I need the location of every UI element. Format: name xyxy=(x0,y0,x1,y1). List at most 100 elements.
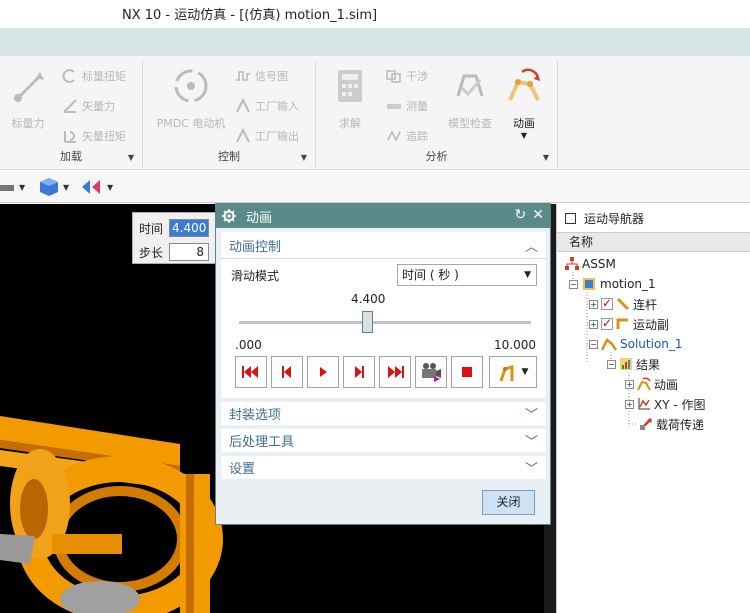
secondary-toolbar: ▼ ▼ ▼ xyxy=(0,171,750,203)
view-orient-button[interactable]: ▼ xyxy=(0,176,25,198)
visibility-checkbox[interactable] xyxy=(601,296,613,310)
collapse-icon[interactable]: − xyxy=(589,339,598,349)
slider-max-label: 10.000 xyxy=(494,338,536,352)
last-frame-button[interactable] xyxy=(379,356,411,388)
tree-item-solution-1[interactable]: − Solution_1 xyxy=(589,334,683,354)
expand-icon[interactable]: + xyxy=(589,319,598,329)
model-check-icon xyxy=(456,74,484,97)
scalar-force-label: 标量力 xyxy=(11,117,45,130)
plant-input-button[interactable]: 工厂输入 xyxy=(235,96,299,116)
time-slider-thumb[interactable] xyxy=(361,311,373,333)
vector-force-button[interactable]: 矢量力 xyxy=(62,96,115,116)
interference-button[interactable]: 干涉 xyxy=(386,66,428,86)
torque-icon xyxy=(62,69,75,83)
motion-sim-icon xyxy=(583,278,595,290)
record-movie-button[interactable] xyxy=(415,356,447,388)
slide-mode-label: 滑动模式 xyxy=(231,269,280,283)
pmdc-motor-button[interactable]: PMDC 电动机 xyxy=(151,66,231,131)
signal-icon xyxy=(236,71,250,81)
tree-label: 运动副 xyxy=(633,317,670,332)
calculator-icon xyxy=(338,70,362,102)
ribbon-group-analysis: 求解 干涉 测量 追踪 模型检查 动画 ▼ 分析 ▼ xyxy=(316,60,558,168)
tree-item-motion-1[interactable]: − motion_1 xyxy=(569,274,656,294)
scalar-torque-button[interactable]: 标量扭矩 xyxy=(62,66,126,86)
tree-item-load-transfer[interactable]: 载荷传递 xyxy=(639,414,704,434)
animation-icon xyxy=(508,68,540,101)
signal-chart-button[interactable]: 信号图 xyxy=(235,66,288,86)
ruler-icon xyxy=(387,104,401,109)
group-caret-icon[interactable]: ▼ xyxy=(128,153,134,162)
expand-icon[interactable]: + xyxy=(625,379,634,389)
stop-button[interactable] xyxy=(451,356,483,388)
slider-current-value: 4.400 xyxy=(351,292,386,306)
trace-label: 追踪 xyxy=(406,130,428,143)
scalar-torque-label: 标量扭矩 xyxy=(82,70,126,83)
measure-label: 测量 xyxy=(406,100,428,113)
tree-item-assm[interactable]: ASSM xyxy=(565,254,616,274)
tree-label: 动画 xyxy=(654,377,679,392)
render-style-button[interactable]: ▼ xyxy=(38,176,69,198)
vector-torque-button[interactable]: 矢量扭矩 xyxy=(62,126,126,146)
tree-item-xy-graph[interactable]: + XY - 作图 xyxy=(625,394,706,414)
section-packaging-options[interactable]: 封装选项 ﹀ xyxy=(221,402,546,425)
section-title: 后处理工具 xyxy=(229,435,295,450)
reset-icon[interactable]: ↻ xyxy=(515,207,527,223)
display-mode-button[interactable]: ▼ xyxy=(80,176,113,198)
collapse-icon[interactable]: − xyxy=(569,279,578,289)
tree-label: Solution_1 xyxy=(620,337,683,351)
chevron-up-icon[interactable]: ︿ xyxy=(525,236,538,255)
play-icon xyxy=(320,367,327,377)
joint-icon xyxy=(616,318,628,329)
time-value-field[interactable]: 4.400 xyxy=(169,219,210,237)
close-button[interactable]: 关闭 xyxy=(482,490,535,515)
window-title: NX 10 - 运动仿真 - [(仿真) motion_1.sim] xyxy=(122,8,378,23)
close-icon[interactable]: ✕ xyxy=(532,207,544,223)
tree-item-joints[interactable]: + 运动副 xyxy=(589,314,669,334)
dialog-title-bar[interactable]: 动画 ↻ ✕ xyxy=(216,204,550,228)
scalar-force-button[interactable]: 标量力 xyxy=(6,66,50,131)
step-value-field[interactable]: 8 xyxy=(169,243,210,261)
column-header-name[interactable]: 名称 xyxy=(557,232,750,252)
skip-to-start-icon xyxy=(242,366,258,378)
ribbon: 标量力 标量扭矩 矢量力 矢量扭矩 加载 ▼ PMDC 电动机 信号图 工厂输入 xyxy=(0,56,750,170)
expand-icon[interactable]: + xyxy=(625,399,634,409)
solve-button[interactable]: 求解 xyxy=(328,66,372,131)
step-forward-button[interactable] xyxy=(343,356,375,388)
playback-mode-dropdown[interactable]: ▼ xyxy=(489,356,537,388)
trace-button[interactable]: 追踪 xyxy=(386,126,428,146)
tree-item-animation[interactable]: + 动画 xyxy=(625,374,678,394)
expand-icon[interactable]: + xyxy=(589,299,598,309)
plant-output-label: 工厂输出 xyxy=(255,130,299,143)
chevron-down-icon[interactable]: ﹀ xyxy=(525,404,538,423)
slide-mode-select[interactable]: 时间 ( 秒 ) ▼ xyxy=(397,264,537,286)
loop-mode-icon xyxy=(499,365,514,382)
section-settings[interactable]: 设置 ﹀ xyxy=(221,456,546,479)
step-back-icon xyxy=(282,366,291,378)
chevron-down-icon[interactable]: ﹀ xyxy=(525,458,538,477)
group-caret-icon[interactable]: ▼ xyxy=(543,153,549,162)
section-postprocessing-tools[interactable]: 后处理工具 ﹀ xyxy=(221,429,546,452)
gear-icon xyxy=(222,209,236,223)
section-header[interactable]: 动画控制 ︿ xyxy=(221,232,546,258)
tree-item-links[interactable]: + 连杆 xyxy=(589,294,657,314)
group-label-load: 加载 xyxy=(60,150,82,163)
animation-button[interactable]: 动画 ▼ xyxy=(502,66,546,140)
dialog-title: 动画 xyxy=(246,210,273,226)
tree-label: ASSM xyxy=(582,257,616,271)
chevron-down-icon[interactable]: ﹀ xyxy=(525,431,538,450)
time-slider-track[interactable] xyxy=(239,321,531,324)
tree-item-results[interactable]: − 结果 xyxy=(607,354,660,374)
visibility-checkbox[interactable] xyxy=(601,316,613,330)
measure-button[interactable]: 测量 xyxy=(386,96,428,116)
group-caret-icon[interactable]: ▼ xyxy=(301,153,307,162)
play-button[interactable] xyxy=(307,356,339,388)
first-frame-button[interactable] xyxy=(235,356,267,388)
step-back-button[interactable] xyxy=(271,356,303,388)
ribbon-tab-strip xyxy=(0,28,750,56)
tree-label: XY - 作图 xyxy=(654,397,706,412)
collapse-icon[interactable]: − xyxy=(607,359,616,369)
assembly-icon xyxy=(565,257,579,270)
cube-view-icon xyxy=(0,185,14,191)
model-check-button[interactable]: 模型检查 xyxy=(440,66,500,131)
plant-output-button[interactable]: 工厂输出 xyxy=(235,126,299,146)
